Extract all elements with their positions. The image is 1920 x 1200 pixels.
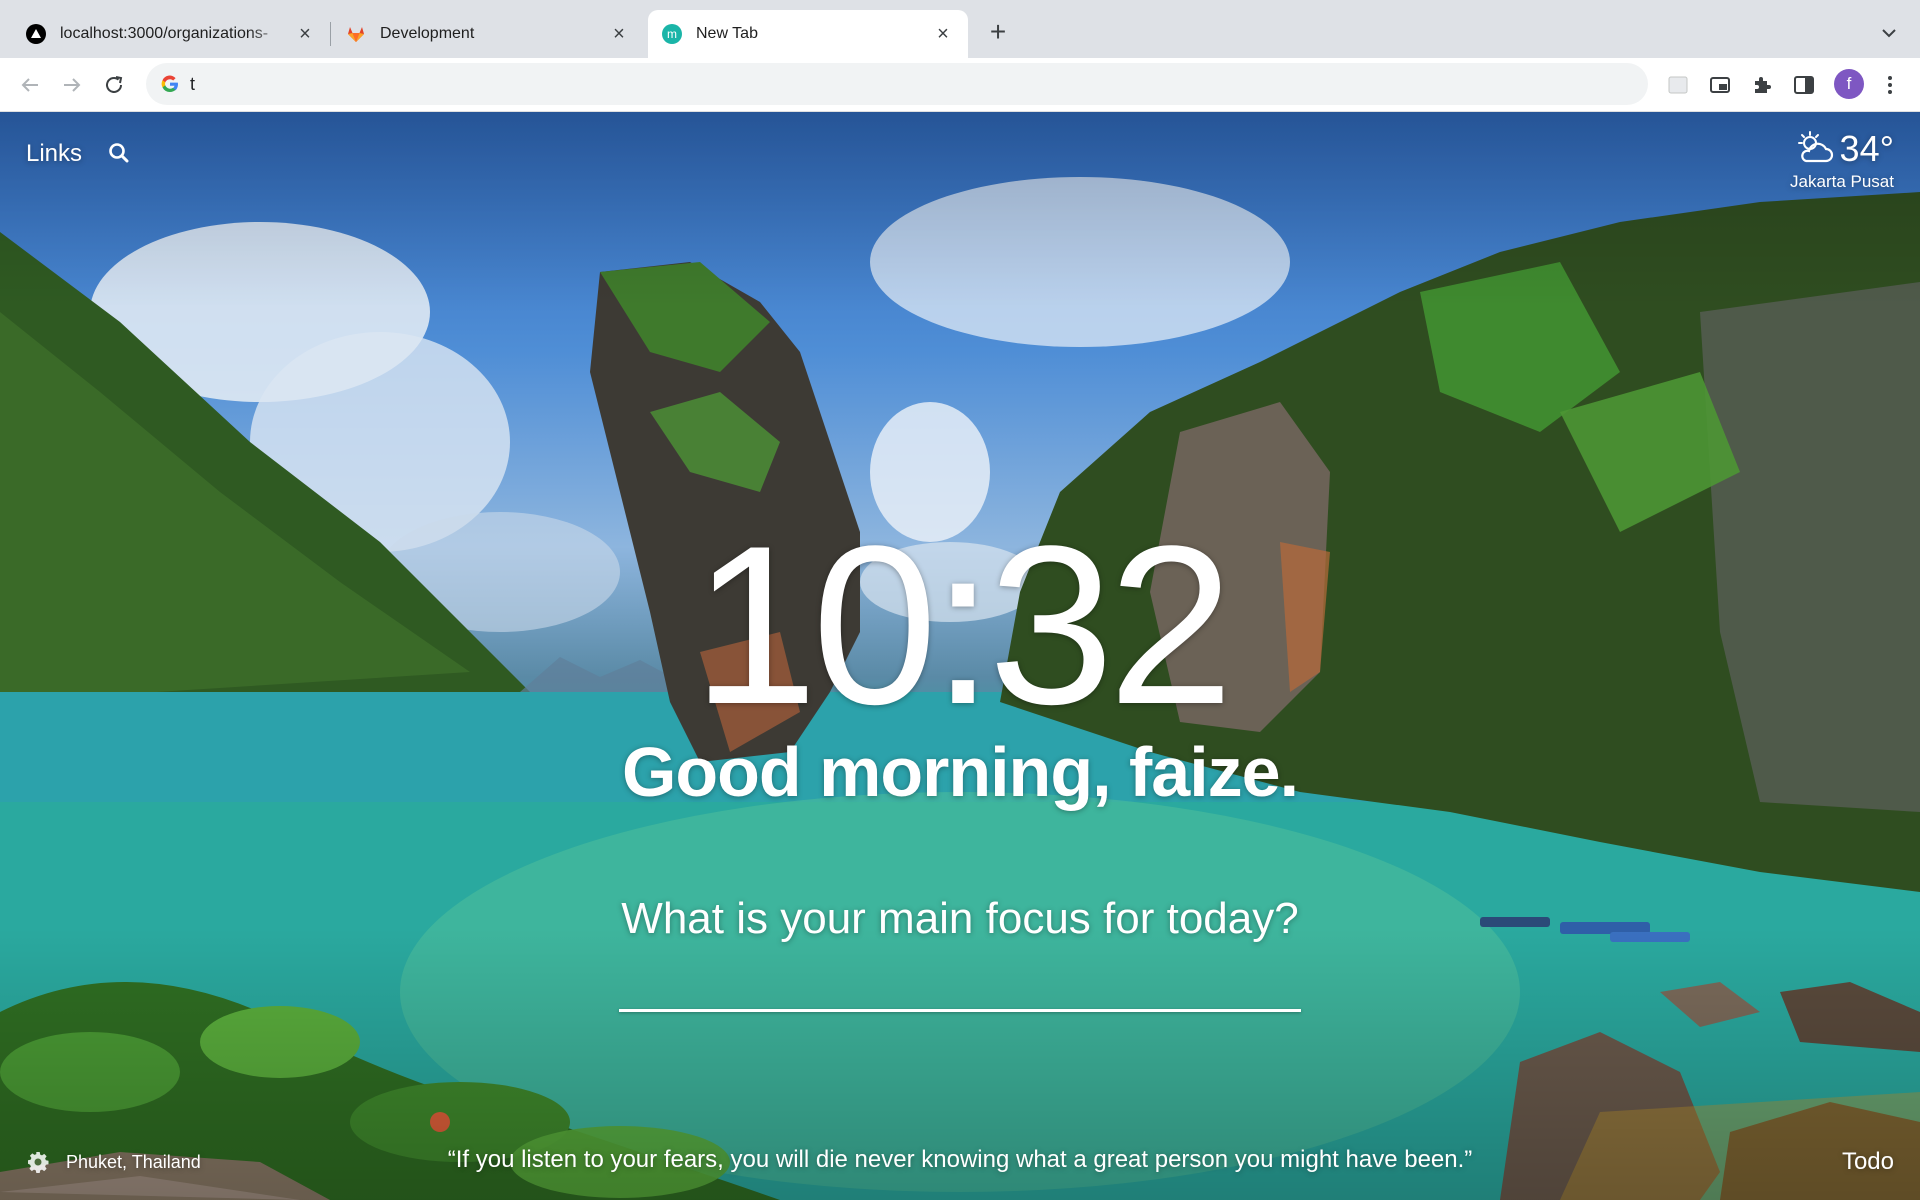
tab-strip: localhost:3000/organizations- × Developm… bbox=[0, 0, 1920, 58]
weather-widget[interactable]: 34° Jakarta Pusat bbox=[1790, 128, 1894, 192]
links-button[interactable]: Links bbox=[26, 140, 82, 168]
close-tab-icon[interactable]: × bbox=[608, 23, 630, 45]
tab-separator bbox=[330, 22, 331, 46]
weather-location: Jakarta Pusat bbox=[1790, 172, 1894, 191]
tab-title: New Tab bbox=[696, 25, 758, 42]
google-icon bbox=[161, 75, 178, 93]
nextjs-icon bbox=[26, 24, 46, 44]
todo-button[interactable]: Todo bbox=[1842, 1148, 1894, 1176]
browser-toolbar: f bbox=[0, 58, 1920, 112]
extension-placeholder-icon[interactable] bbox=[1664, 71, 1692, 99]
address-input[interactable] bbox=[190, 73, 1590, 95]
clock: 10:32 bbox=[692, 498, 1234, 751]
weather-temperature: 34° bbox=[1839, 128, 1894, 169]
momentum-new-tab-page: Links 34° Jakarta Pusat 10:32 Good morni… bbox=[0, 112, 1920, 1200]
picture-in-picture-icon[interactable] bbox=[1706, 71, 1734, 99]
close-tab-icon[interactable]: × bbox=[294, 23, 316, 45]
back-button[interactable] bbox=[14, 69, 46, 101]
reload-icon bbox=[106, 76, 123, 93]
reload-button[interactable] bbox=[98, 69, 130, 101]
back-arrow-icon bbox=[21, 78, 38, 92]
gitlab-icon bbox=[346, 24, 366, 44]
daily-quote[interactable]: “If you listen to your fears, you will d… bbox=[0, 1146, 1920, 1174]
focus-question: What is your main focus for today? bbox=[621, 894, 1299, 943]
forward-button[interactable] bbox=[56, 69, 88, 101]
forward-arrow-icon bbox=[64, 78, 81, 92]
greeting: Good morning, faize. bbox=[621, 733, 1299, 811]
profile-avatar[interactable]: f bbox=[1834, 69, 1864, 99]
close-tab-icon[interactable]: × bbox=[932, 23, 954, 45]
extensions-puzzle-icon[interactable] bbox=[1748, 71, 1776, 99]
tab-title: localhost:3000/organizations- bbox=[60, 25, 269, 42]
new-tab-button[interactable]: + bbox=[984, 18, 1012, 46]
tab-new-tab[interactable]: m New Tab × bbox=[648, 10, 968, 58]
tab-title: Development bbox=[380, 25, 475, 42]
side-panel-icon[interactable] bbox=[1790, 71, 1818, 99]
address-bar[interactable] bbox=[146, 63, 1648, 105]
tab-development[interactable]: Development × bbox=[332, 10, 644, 58]
tab-search-chevron-icon[interactable] bbox=[1876, 20, 1902, 46]
partly-cloudy-icon bbox=[1797, 131, 1833, 163]
focus-input[interactable] bbox=[619, 962, 1301, 1008]
focus-input-underline bbox=[619, 1009, 1301, 1012]
tab-localhost[interactable]: localhost:3000/organizations- × bbox=[12, 10, 330, 58]
kebab-menu-icon[interactable] bbox=[1878, 71, 1902, 99]
momentum-icon: m bbox=[662, 24, 682, 44]
search-icon[interactable] bbox=[106, 140, 132, 166]
